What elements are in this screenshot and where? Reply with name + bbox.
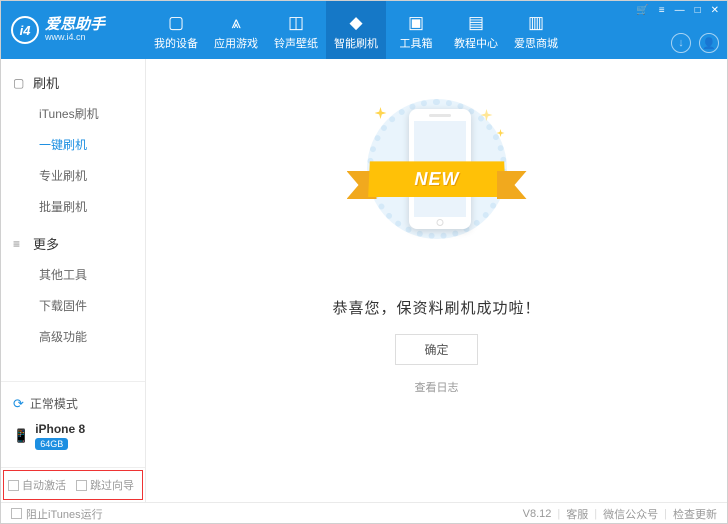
checkbox-box (76, 480, 87, 491)
sidebar-item[interactable]: 一键刷机 (1, 129, 145, 160)
sidebar-item[interactable]: 批量刷机 (1, 191, 145, 222)
auto-activate-checkbox[interactable]: 自动激活 (8, 477, 66, 493)
block-itunes-checkbox[interactable]: 阻止iTunes运行 (11, 506, 103, 522)
storage-badge: 64GB (35, 438, 68, 450)
nav-icon: ▣ (408, 13, 424, 33)
checkbox-label: 自动激活 (22, 477, 66, 493)
update-link[interactable]: 检查更新 (673, 506, 717, 522)
more-icon: ≡ (13, 237, 27, 251)
status-bar: 阻止iTunes运行 V8.12 | 客服 | 微信公众号 | 检查更新 (1, 502, 727, 524)
checkbox-box (8, 480, 19, 491)
skip-wizard-checkbox[interactable]: 跳过向导 (76, 477, 134, 493)
view-log-link[interactable]: 查看日志 (415, 379, 459, 395)
nav-label: 爱思商城 (514, 35, 558, 51)
nav-tab[interactable]: ▢ 我的设备 (146, 1, 206, 59)
ribbon-text: NEW (368, 161, 506, 197)
maximize-button[interactable]: □ (691, 3, 705, 18)
main-nav: ▢ 我的设备 ⩓ 应用游戏 ◫ 铃声壁纸 ◆ 智能刷机 ▣ 工具箱 ▤ 教程中心 ▥ 爱思商城 (146, 1, 566, 59)
sidebar-group-flash: iTunes刷机一键刷机专业刷机批量刷机 (1, 98, 145, 222)
support-link[interactable]: 客服 (566, 506, 588, 522)
sidebar-bottom: ⟳ 正常模式 📱 iPhone 8 64GB (1, 381, 145, 463)
cart-icon[interactable]: 🛒 (632, 3, 652, 18)
sidebar-item[interactable]: 专业刷机 (1, 160, 145, 191)
category-label: 刷机 (33, 73, 59, 92)
nav-icon: ⩓ (231, 13, 241, 33)
checkbox-label: 阻止iTunes运行 (26, 506, 103, 522)
nav-label: 铃声壁纸 (274, 35, 318, 51)
user-button[interactable]: 👤 (699, 33, 719, 53)
sidebar-item[interactable]: iTunes刷机 (1, 98, 145, 129)
phone-icon: 📱 (13, 428, 29, 444)
brand-url: www.i4.cn (45, 33, 105, 43)
nav-label: 我的设备 (154, 35, 198, 51)
checkbox-box (11, 508, 22, 519)
sidebar-options: 自动激活 跳过向导 (1, 467, 145, 502)
sidebar: ▢ 刷机 iTunes刷机一键刷机专业刷机批量刷机 ≡ 更多 其他工具下载固件高… (1, 59, 146, 502)
body: ▢ 刷机 iTunes刷机一键刷机专业刷机批量刷机 ≡ 更多 其他工具下载固件高… (1, 59, 727, 502)
mode-row[interactable]: ⟳ 正常模式 (11, 390, 135, 417)
nav-icon: ▢ (168, 13, 184, 33)
sidebar-category-flash: ▢ 刷机 (1, 67, 145, 98)
nav-icon: ▥ (528, 13, 544, 33)
nav-tab[interactable]: ▤ 教程中心 (446, 1, 506, 59)
category-label: 更多 (33, 234, 59, 253)
sidebar-category-more: ≡ 更多 (1, 228, 145, 259)
main-content: NEW 恭喜您，保资料刷机成功啦！ 确定 查看日志 (146, 59, 727, 502)
close-button[interactable]: ✕ (707, 3, 723, 18)
success-illustration: NEW (327, 99, 547, 279)
wechat-link[interactable]: 微信公众号 (603, 506, 658, 522)
logo-text: 爱思助手 www.i4.cn (45, 17, 105, 43)
new-ribbon: NEW (347, 161, 527, 205)
nav-tab[interactable]: ▣ 工具箱 (386, 1, 446, 59)
logo[interactable]: i4 爱思助手 www.i4.cn (1, 16, 146, 44)
mode-label: 正常模式 (30, 395, 78, 412)
sidebar-item[interactable]: 下载固件 (1, 290, 145, 321)
download-button[interactable]: ↓ (671, 33, 691, 53)
footer-right: V8.12 | 客服 | 微信公众号 | 检查更新 (523, 506, 717, 522)
nav-tab[interactable]: ◆ 智能刷机 (326, 1, 386, 59)
nav-icon: ◫ (288, 13, 304, 33)
nav-label: 工具箱 (400, 35, 433, 51)
checkbox-label: 跳过向导 (90, 477, 134, 493)
flash-icon: ▢ (13, 76, 27, 90)
menu-icon[interactable]: ≡ (655, 3, 669, 18)
mode-icon: ⟳ (13, 396, 24, 412)
brand-name: 爱思助手 (45, 17, 105, 34)
sidebar-item[interactable]: 其他工具 (1, 259, 145, 290)
logo-icon: i4 (11, 16, 39, 44)
nav-label: 教程中心 (454, 35, 498, 51)
nav-icon: ◆ (349, 13, 362, 33)
nav-label: 应用游戏 (214, 35, 258, 51)
app-header: i4 爱思助手 www.i4.cn ▢ 我的设备 ⩓ 应用游戏 ◫ 铃声壁纸 ◆ 智能刷机 ▣ 工… (1, 1, 727, 59)
success-message: 恭喜您，保资料刷机成功啦！ (332, 297, 540, 318)
nav-icon: ▤ (468, 13, 484, 33)
device-row[interactable]: 📱 iPhone 8 64GB (11, 417, 135, 455)
minimize-button[interactable]: — (671, 3, 689, 18)
version-label: V8.12 (523, 508, 552, 520)
confirm-button[interactable]: 确定 (395, 334, 477, 365)
options-highlight: 自动激活 跳过向导 (3, 470, 143, 500)
sidebar-item[interactable]: 高级功能 (1, 321, 145, 352)
sidebar-scroll: ▢ 刷机 iTunes刷机一键刷机专业刷机批量刷机 ≡ 更多 其他工具下载固件高… (1, 59, 145, 381)
device-name: iPhone 8 (35, 422, 85, 436)
nav-tab[interactable]: ⩓ 应用游戏 (206, 1, 266, 59)
header-right: ↓ 👤 (671, 33, 719, 53)
sidebar-group-more: 其他工具下载固件高级功能 (1, 259, 145, 352)
nav-tab[interactable]: ▥ 爱思商城 (506, 1, 566, 59)
nav-tab[interactable]: ◫ 铃声壁纸 (266, 1, 326, 59)
titlebar-controls: 🛒 ≡ — □ ✕ (632, 3, 723, 18)
nav-label: 智能刷机 (334, 35, 378, 51)
